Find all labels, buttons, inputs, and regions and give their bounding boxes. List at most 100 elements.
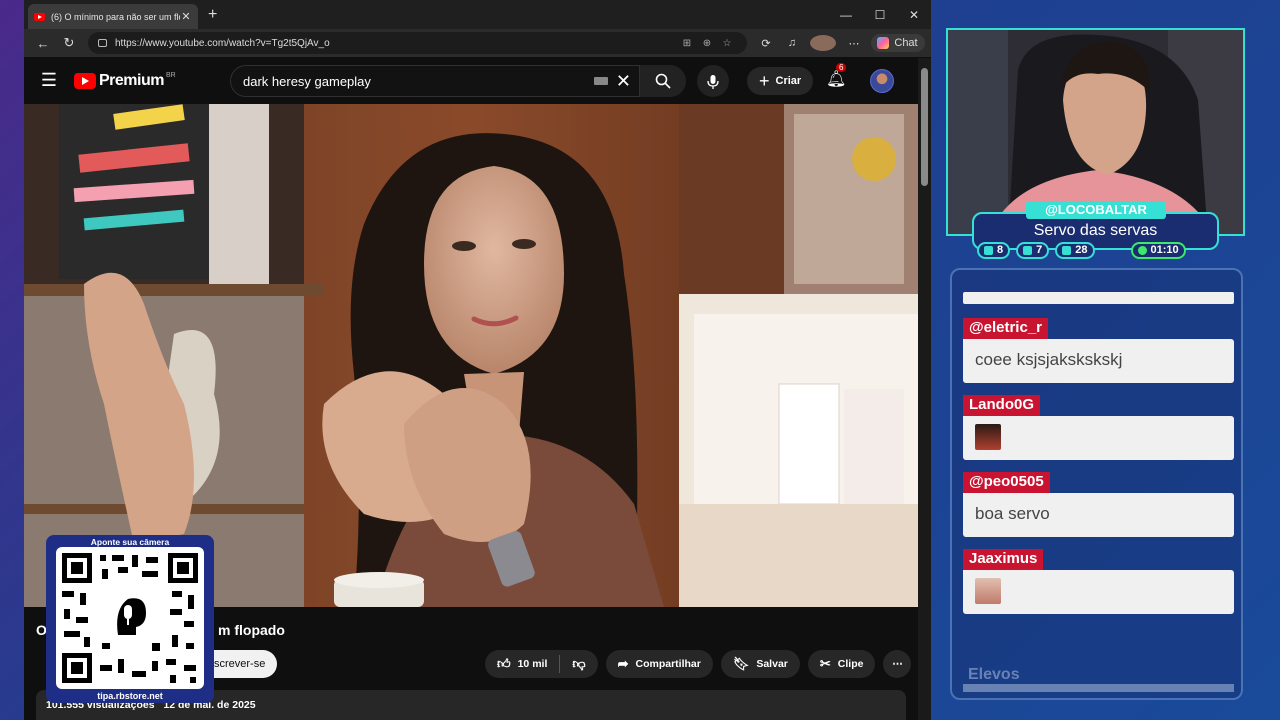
new-tab-icon[interactable]: + [208,6,217,24]
qr-footer: tipa.rbstore.net [97,691,163,701]
chat-messages: @eletric_r coee ksjsjakskskskj Lando0G @… [963,292,1234,626]
save-button[interactable]: 🔖︎ Salvar [720,650,800,678]
tab-close-icon[interactable]: ✕ [180,10,192,23]
copilot-chat-button[interactable]: Chat [871,34,925,52]
qr-pattern [62,553,198,683]
chat-text: coee ksjsjakskskskj [963,339,1234,383]
more-menu-icon[interactable]: ⋯ [841,37,867,50]
chat-username: @peo0505 [963,472,1050,493]
chat-emote-body [963,416,1234,460]
video-frame [24,104,918,607]
uptime-stat: 01:10 [1130,242,1186,259]
close-window-icon[interactable]: ✕ [897,8,931,22]
url-field[interactable]: https://www.youtube.com/watch?v=Tg2t5QjA… [88,32,747,54]
kick-stat: 28 [1055,242,1095,259]
search-query: dark heresy gameplay [243,73,371,89]
emote-icon [975,578,1001,604]
thumbs-down-icon: 👎︎ [572,656,586,671]
like-count: 10 mil [517,658,548,670]
video-actions: 👍︎ 10 mil 👎︎ ➦ Compartilhar 🔖︎ Salvar ✂ … [485,650,919,678]
create-label: Criar [775,75,802,87]
user-avatar[interactable] [870,69,894,93]
youtube-favicon-icon [34,12,45,21]
kick-count: 28 [1075,244,1088,256]
search-icon [655,73,671,89]
youtube-icon [1023,246,1033,255]
scissors-icon: ✂ [819,656,831,671]
kick-icon [1062,246,1072,255]
tab-title: (6) O mínimo para não ser um flop [51,11,180,22]
url-text: https://www.youtube.com/watch?v=Tg2t5QjA… [115,37,330,49]
twitch-stat: 8 [977,242,1011,259]
copilot-icon [877,37,889,49]
bell-icon: 🔔︎ [826,71,847,88]
scrollbar-thumb[interactable] [921,68,928,186]
chat-message: @peo0505 boa servo [963,472,1234,537]
create-button[interactable]: + Criar [747,67,814,95]
twitch-count: 8 [997,244,1004,256]
video-title-end: m flopado [218,622,285,638]
clear-search-icon[interactable]: ✕ [616,71,631,92]
save-label: Salvar [756,658,788,670]
share-button[interactable]: ➦ Compartilhar [605,650,713,678]
zoom-icon[interactable]: ⊕ [697,38,717,49]
extensions-icon[interactable]: ⟳ [753,37,779,50]
app-icon[interactable]: ⊞ [677,38,697,49]
clip-label: Clipe [837,658,864,670]
youtube-play-icon [74,72,96,89]
stream-chat-panel: @eletric_r coee ksjsjakskskskj Lando0G @… [950,268,1243,700]
fading-chat-bar [963,684,1234,692]
chat-message: @eletric_r coee ksjsjakskskskj [963,318,1234,383]
chat-message-cutoff [963,292,1234,304]
search-button[interactable] [640,65,686,97]
maximize-icon[interactable]: ☐ [863,8,897,22]
lock-icon [98,39,107,47]
browser-toolbar: ⟳ ♫ ⋯ Chat [753,34,925,52]
plus-icon: + [759,70,770,91]
microphone-icon [707,75,719,90]
youtube-header: ☰ Premium BR dark heresy gameplay ✕ + Cr… [24,57,931,104]
clip-button[interactable]: ✂ Clipe [807,650,876,678]
chat-username: Jaaximus [963,549,1044,570]
emote-icon [975,424,1001,450]
minimize-icon[interactable]: — [829,8,863,22]
like-dislike-group: 👍︎ 10 mil 👎︎ [485,650,598,678]
logo-region: BR [165,72,176,79]
keyboard-icon[interactable] [593,77,608,85]
chat-emote-body [963,570,1234,614]
more-actions-button[interactable]: ⋯ [883,650,912,678]
search-input[interactable]: dark heresy gameplay ✕ [230,65,640,97]
more-icon: ⋯ [892,658,903,670]
profile-avatar[interactable] [810,35,836,51]
hamburger-menu-icon[interactable]: ☰ [24,70,74,91]
twitch-icon [984,246,993,255]
clock-icon [1137,246,1147,255]
refresh-icon[interactable]: ↻ [56,35,82,51]
like-button[interactable]: 👍︎ 10 mil [485,650,559,678]
voice-search-button[interactable] [697,65,729,97]
bookmark-icon: 🔖︎ [732,656,750,671]
notifications-button[interactable]: 🔔︎ 6 [826,63,847,89]
streamer-handle: @LOCOBALTAR [1026,201,1166,219]
window-controls: — ☐ ✕ [829,0,931,29]
favorite-star-icon[interactable]: ☆ [717,38,737,49]
share-icon: ➦ [617,656,629,671]
chat-text: boa servo [963,493,1234,537]
browser-tab[interactable]: (6) O mínimo para não ser um flop ✕ [28,4,198,29]
back-icon[interactable]: ← [30,36,56,51]
youtube-logo[interactable]: Premium BR [74,72,176,90]
dislike-button[interactable]: 👎︎ [560,650,597,678]
page-scrollbar[interactable] [918,58,931,720]
stream-stats: 8 7 28 01:10 [977,242,1192,259]
uptime: 01:10 [1150,244,1179,256]
qr-code [56,547,204,689]
share-label: Compartilhar [635,658,701,670]
logo-text: Premium [99,71,164,89]
thumbs-up-icon: 👍︎ [497,656,511,671]
qr-code-overlay: Aponte sua câmera tipa.rbstore.net [46,535,214,703]
video-player[interactable] [24,104,918,607]
streamer-subtitle: Servo das servas [1033,222,1158,239]
tab-bar: (6) O mínimo para não ser um flop ✕ + — … [24,0,931,29]
chat-message: Lando0G [963,395,1234,460]
music-icon[interactable]: ♫ [779,37,805,49]
